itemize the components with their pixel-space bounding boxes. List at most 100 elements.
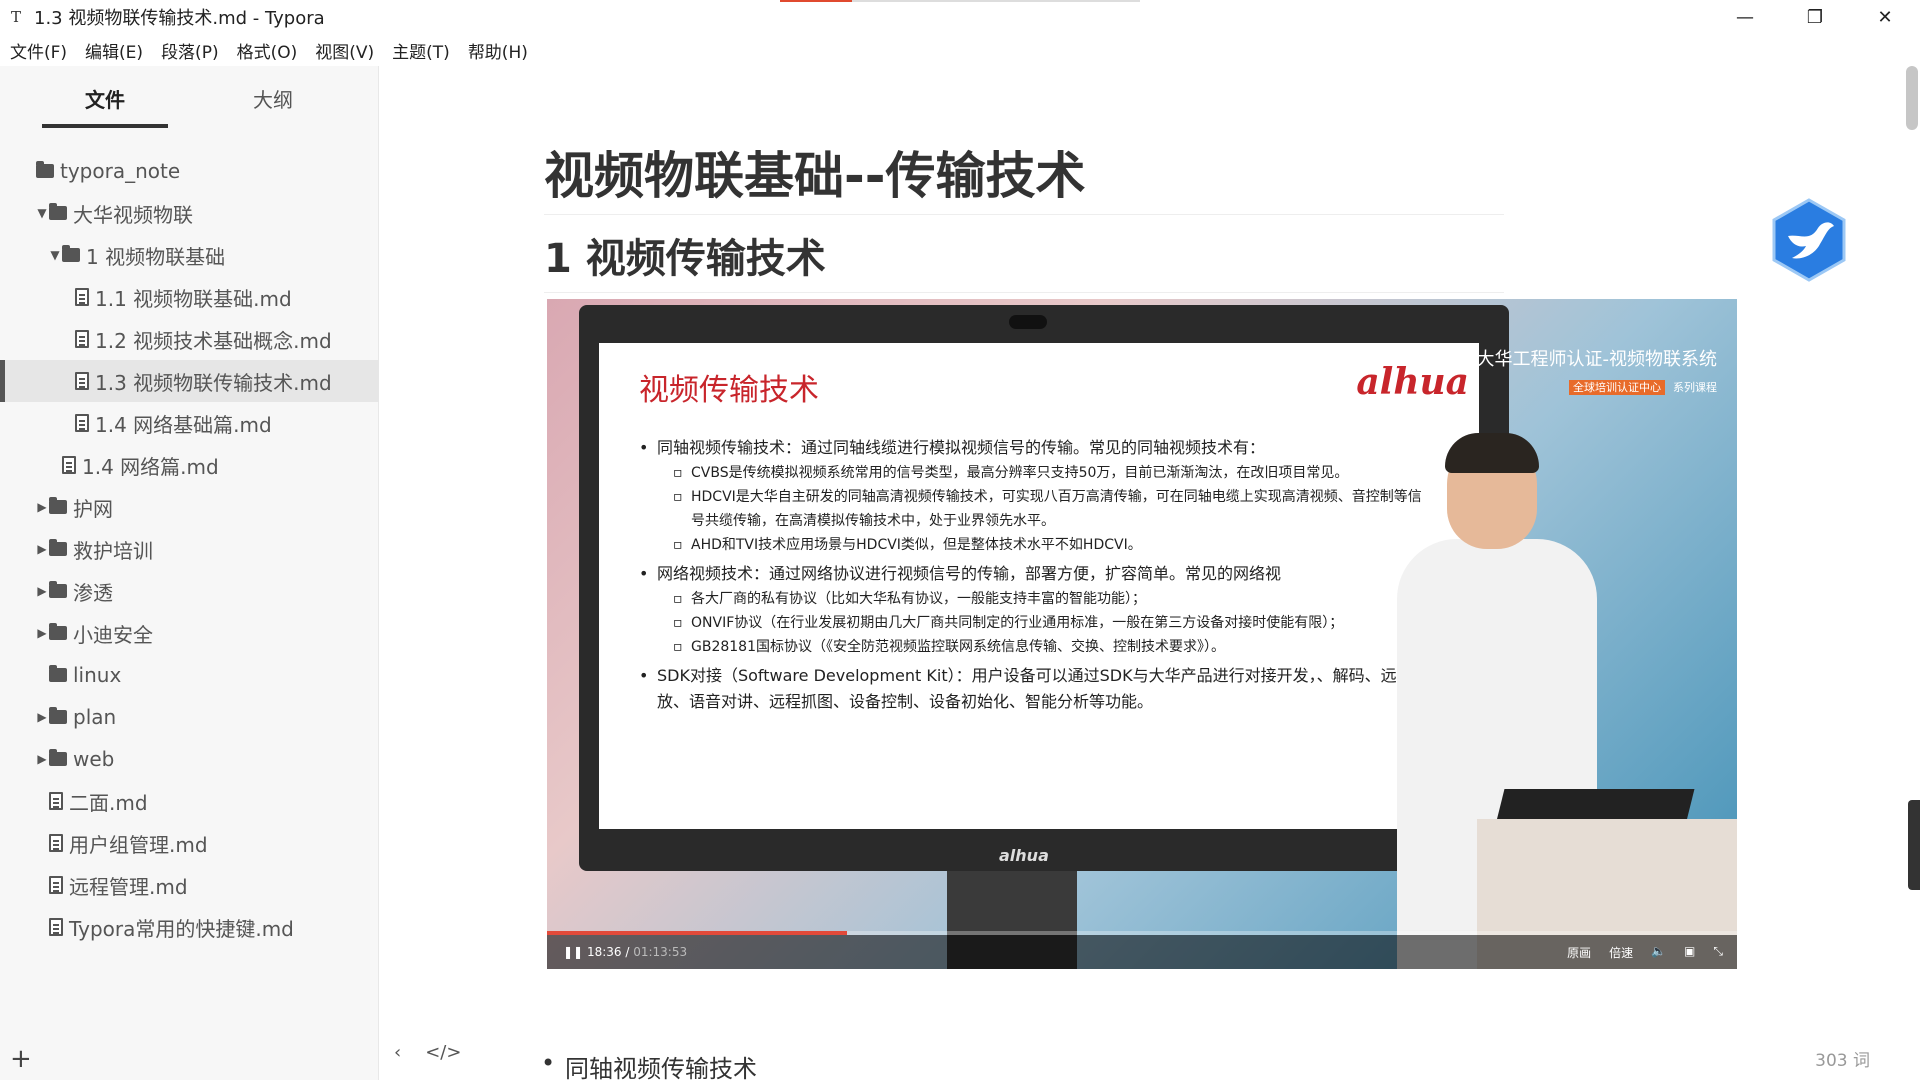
file-tree: typora_note ▼ 大华视频物联 ▼ 1 视频物联基础 1.1 视频物联基础.md…: [0, 150, 379, 948]
tree-item-label: 大华视频物联: [73, 202, 193, 227]
folder-icon: [49, 203, 67, 220]
fullscreen-icon[interactable]: ⤡: [1713, 944, 1723, 961]
tree-item-label: 护网: [73, 496, 113, 521]
expand-arrow-icon[interactable]: ▼: [35, 206, 49, 220]
tree-folder[interactable]: ▶ 护网: [0, 486, 379, 528]
tree-folder[interactable]: ▼ 大华视频物联: [0, 192, 379, 234]
folder-icon: [36, 161, 54, 178]
slide-line: 网络视频技术：通过网络协议进行视频信号的传输，部署方便，扩容简单。常见的网络视: [639, 561, 1429, 587]
slide-screen: 视频传输技术 alhua 同轴视频传输技术：通过同轴线缆进行模拟视频信号的传输。…: [599, 343, 1479, 829]
tab-outline[interactable]: 大纲: [230, 84, 316, 113]
video-progress-bar[interactable]: [547, 931, 1737, 935]
folder-icon: [49, 497, 67, 514]
tree-file[interactable]: 1.4 网络基础篇.md: [0, 402, 379, 444]
file-icon: [75, 288, 89, 306]
volume-icon[interactable]: 🔈: [1651, 944, 1666, 961]
collapse-arrow-icon[interactable]: ▶: [35, 542, 49, 556]
tree-item-label: 1.3 视频物联传输技术.md: [95, 370, 332, 395]
document-heading-2: 1 视频传输技术: [544, 226, 1504, 293]
collapse-arrow-icon[interactable]: ▶: [35, 584, 49, 598]
tab-files[interactable]: 文件: [42, 84, 168, 128]
tree-folder[interactable]: ▶ 救护培训: [0, 528, 379, 570]
bird-badge-icon[interactable]: [1770, 198, 1848, 282]
monitor-brand-logo: alhua: [999, 846, 1049, 865]
add-file-button[interactable]: +: [10, 1044, 32, 1074]
tree-folder[interactable]: ▼ 1 视频物联基础: [0, 234, 379, 276]
collapse-arrow-icon[interactable]: ▶: [35, 752, 49, 766]
menu-paragraph[interactable]: 段落(P): [161, 38, 219, 63]
tree-folder[interactable]: ▶ 小迪安全: [0, 612, 379, 654]
document-heading-1: 视频物联基础--传输技术: [544, 136, 1504, 215]
close-button[interactable]: ✕: [1850, 0, 1920, 34]
slide-line: CVBS是传统模拟视频系统常用的信号类型，最高分辨率只支持50万，目前已渐渐淘汰…: [639, 461, 1429, 485]
monitor-camera: [1009, 315, 1047, 329]
folder-icon: [49, 665, 67, 682]
tree-item-label: 1.2 视频技术基础概念.md: [95, 328, 332, 353]
tree-item-label: 渗透: [73, 580, 113, 605]
editor-area[interactable]: 视频物联基础--传输技术 1 视频传输技术 视频传输技术 alhua 同轴视频传…: [380, 66, 1900, 1080]
play-time: ❚❚ 18:36 / 01:13:53: [563, 945, 688, 959]
menu-bar: 文件(F) 编辑(E) 段落(P) 格式(O) 视图(V) 主题(T) 帮助(H…: [0, 34, 546, 66]
file-icon: [49, 918, 63, 936]
tree-item-label: 1.4 网络基础篇.md: [95, 412, 272, 437]
typora-app-icon: T: [10, 8, 21, 26]
tree-folder[interactable]: ▶ 渗透: [0, 570, 379, 612]
side-widget[interactable]: [1908, 800, 1920, 890]
collapse-arrow-icon[interactable]: ▶: [35, 626, 49, 640]
file-icon: [49, 834, 63, 852]
tree-file[interactable]: Typora常用的快捷键.md: [0, 906, 379, 948]
tree-file[interactable]: 1.4 网络篇.md: [0, 444, 379, 486]
file-icon: [62, 456, 76, 474]
vertical-scrollbar[interactable]: [1900, 66, 1920, 1080]
back-arrow-icon[interactable]: ‹: [394, 1042, 401, 1063]
tree-file[interactable]: 1.1 视频物联基础.md: [0, 276, 379, 318]
tree-file[interactable]: 用户组管理.md: [0, 822, 379, 864]
speed-button[interactable]: 倍速: [1609, 944, 1633, 961]
tree-file[interactable]: 二面.md: [0, 780, 379, 822]
slide-line: 各大厂商的私有协议（比如大华私有协议，一般能支持丰富的智能功能）；: [639, 587, 1429, 611]
tree-folder[interactable]: typora_note: [0, 150, 379, 192]
folder-icon: [62, 245, 80, 262]
tree-item-label: 1.1 视频物联基础.md: [95, 286, 292, 311]
course-subtitle: 全球培训认证中心 系列课程: [1569, 379, 1717, 395]
menu-format[interactable]: 格式(O): [237, 38, 298, 63]
tree-file[interactable]: 远程管理.md: [0, 864, 379, 906]
menu-file[interactable]: 文件(F): [10, 38, 67, 63]
tree-folder[interactable]: linux: [0, 654, 379, 696]
file-icon: [75, 330, 89, 348]
scroll-thumb[interactable]: [1906, 66, 1918, 130]
menu-edit[interactable]: 编辑(E): [85, 38, 143, 63]
menu-view[interactable]: 视图(V): [315, 38, 374, 63]
menu-theme[interactable]: 主题(T): [392, 38, 450, 63]
tree-item-label: typora_note: [60, 159, 181, 183]
restore-button[interactable]: ❐: [1780, 0, 1850, 34]
title-bar: T 1.3 视频物联传输技术.md - Typora — ❐ ✕: [0, 0, 1920, 34]
word-count[interactable]: 303 词: [1815, 1046, 1870, 1071]
file-icon: [75, 414, 89, 432]
source-code-icon[interactable]: </>: [425, 1042, 461, 1063]
tree-item-label: 小迪安全: [73, 622, 153, 647]
tree-file[interactable]: 1.3 视频物联传输技术.md: [0, 360, 379, 402]
pause-icon[interactable]: ❚❚: [563, 945, 583, 959]
minimize-button[interactable]: —: [1710, 0, 1780, 34]
slide-line: SDK对接（Software Development Kit）：用户设备可以通过…: [639, 663, 1429, 715]
slide-line: 同轴视频传输技术：通过同轴线缆进行模拟视频信号的传输。常见的同轴视频技术有：: [639, 435, 1429, 461]
tree-item-label: 二面.md: [69, 790, 148, 815]
course-tag: 全球培训认证中心: [1569, 380, 1665, 395]
collapse-arrow-icon[interactable]: ▶: [35, 500, 49, 514]
pip-icon[interactable]: ▣: [1684, 944, 1695, 961]
embedded-video[interactable]: 视频传输技术 alhua 同轴视频传输技术：通过同轴线缆进行模拟视频信号的传输。…: [547, 299, 1737, 969]
folder-icon: [49, 581, 67, 598]
tree-item-label: 救护培训: [73, 538, 153, 563]
tree-file[interactable]: 1.2 视频技术基础概念.md: [0, 318, 379, 360]
menu-help[interactable]: 帮助(H): [468, 38, 528, 63]
slide-line: GB28181国标协议（《安全防范视频监控联网系统信息传输、交换、控制技术要求》…: [639, 635, 1429, 659]
file-sidebar: 文件 大纲 typora_note ▼ 大华视频物联 ▼ 1 视频物联基础 1.1 视频物…: [0, 66, 379, 1080]
expand-arrow-icon[interactable]: ▼: [48, 248, 62, 262]
quality-button[interactable]: 原画: [1567, 944, 1591, 961]
file-icon: [75, 372, 89, 390]
collapse-arrow-icon[interactable]: ▶: [35, 710, 49, 724]
tree-folder[interactable]: ▶ plan: [0, 696, 379, 738]
tree-item-label: plan: [73, 705, 117, 729]
tree-folder[interactable]: ▶ web: [0, 738, 379, 780]
